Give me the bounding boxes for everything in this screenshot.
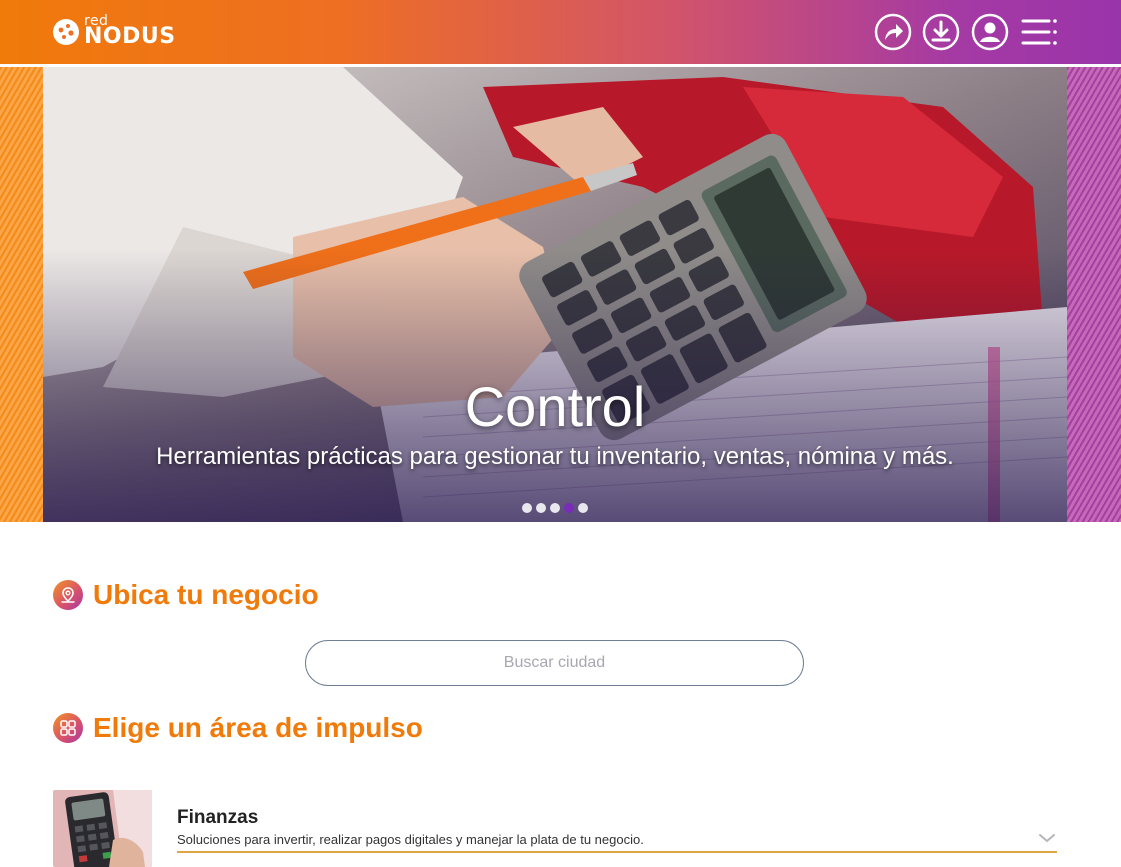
download-icon bbox=[922, 13, 960, 51]
city-search-input[interactable] bbox=[305, 640, 804, 686]
area-item-description: Soluciones para invertir, realizar pagos… bbox=[177, 832, 644, 847]
share-button[interactable] bbox=[874, 13, 912, 51]
menu-button[interactable] bbox=[1020, 13, 1058, 51]
rednodus-logo[interactable]: red NODUS bbox=[52, 14, 182, 50]
area-thumbnail bbox=[53, 790, 152, 867]
download-button[interactable] bbox=[922, 13, 960, 51]
payment-terminal-image bbox=[53, 790, 152, 867]
areas-section-header: Elige un área de impulso bbox=[53, 711, 423, 745]
grid-icon bbox=[53, 713, 83, 743]
logo-text: red NODUS bbox=[84, 14, 176, 50]
chevron-down-icon[interactable] bbox=[1038, 832, 1056, 844]
area-item-divider bbox=[177, 851, 1057, 853]
share-icon bbox=[874, 13, 912, 51]
carousel-dot-4[interactable] bbox=[564, 503, 574, 513]
user-icon bbox=[971, 13, 1009, 51]
hero-side-pattern-right bbox=[1067, 67, 1121, 522]
top-header: red NODUS bbox=[0, 0, 1121, 64]
account-button[interactable] bbox=[971, 13, 1009, 51]
hero-subtitle: Herramientas prácticas para gestionar tu… bbox=[156, 443, 954, 470]
hero-carousel[interactable]: Control Herramientas prácticas para gest… bbox=[43, 67, 1067, 522]
carousel-dot-5[interactable] bbox=[578, 503, 588, 513]
locate-section-header: Ubica tu negocio bbox=[53, 578, 319, 612]
area-item-finanzas[interactable]: Finanzas Soluciones para invertir, reali… bbox=[53, 790, 1057, 867]
area-item-title: Finanzas bbox=[177, 807, 259, 828]
logo-big-text: NODUS bbox=[84, 24, 176, 49]
logo-mark-icon bbox=[53, 19, 79, 45]
carousel-dots bbox=[43, 503, 1067, 513]
menu-icon bbox=[1021, 19, 1057, 45]
carousel-dot-1[interactable] bbox=[522, 503, 532, 513]
locate-section-title: Ubica tu negocio bbox=[93, 579, 319, 610]
hero-title: Control bbox=[464, 375, 646, 438]
carousel-dot-2[interactable] bbox=[536, 503, 546, 513]
carousel-dot-3[interactable] bbox=[550, 503, 560, 513]
location-pin-icon bbox=[53, 580, 83, 610]
areas-section-title: Elige un área de impulso bbox=[93, 712, 423, 743]
hero-side-pattern-left bbox=[0, 67, 43, 522]
